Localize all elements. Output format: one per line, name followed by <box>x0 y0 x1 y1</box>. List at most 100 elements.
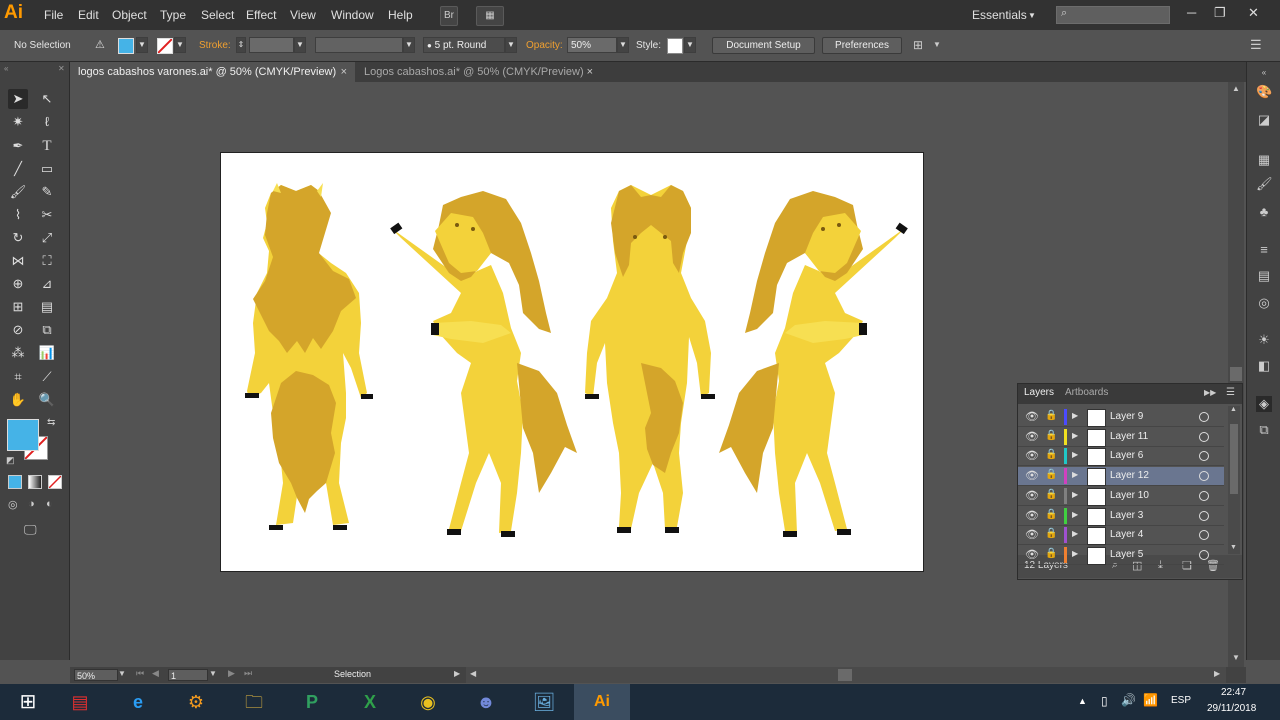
layers-scroll-thumb[interactable] <box>1230 424 1238 494</box>
show-hidden-icons-icon[interactable]: ▲ <box>1078 696 1087 706</box>
fill-dropdown[interactable]: ▼ <box>136 37 148 53</box>
visibility-eye-icon[interactable]: 👁 <box>1025 430 1039 443</box>
scroll-down-icon[interactable]: ▼ <box>1230 544 1237 551</box>
transparency-panel-icon[interactable]: ◎ <box>1256 295 1272 311</box>
paintbrush-tool-icon[interactable]: 🖌 <box>8 182 28 202</box>
lock-icon[interactable]: 🔒 <box>1045 430 1057 441</box>
layer-name[interactable]: Layer 3 <box>1110 510 1143 521</box>
screen-mode-icon[interactable]: 🖵 <box>24 522 37 538</box>
visibility-eye-icon[interactable]: 👁 <box>1025 528 1039 541</box>
visibility-eye-icon[interactable]: 👁 <box>1025 469 1039 482</box>
perspective-grid-tool-icon[interactable]: ⊿ <box>37 274 57 294</box>
pencil-tool-icon[interactable]: ✎ <box>37 182 57 202</box>
stroke-weight-field[interactable] <box>249 37 294 53</box>
blend-tool-icon[interactable]: ⧉ <box>37 320 57 340</box>
expand-layer-icon[interactable]: ▶ <box>1072 450 1078 459</box>
menu-type[interactable]: Type <box>160 8 186 22</box>
default-colors-icon[interactable]: ◩ <box>6 455 15 466</box>
layer-row[interactable]: 👁 🔒 ▶ Layer 10 <box>1018 487 1224 506</box>
panel-menu-icon[interactable]: ☰ <box>1226 387 1235 398</box>
artboards-tab[interactable]: Artboards <box>1065 387 1108 398</box>
arrange-icon[interactable]: ⊞ <box>913 38 923 52</box>
expand-layer-icon[interactable]: ▶ <box>1072 529 1078 538</box>
expand-layer-icon[interactable]: ▶ <box>1072 549 1078 558</box>
lock-icon[interactable]: 🔒 <box>1045 410 1057 421</box>
layer-name[interactable]: Layer 6 <box>1110 450 1143 461</box>
bridge-button[interactable]: Br <box>440 6 458 26</box>
visibility-eye-icon[interactable]: 👁 <box>1025 489 1039 502</box>
pen-tool-icon[interactable]: ✒ <box>8 136 28 156</box>
vertical-scroll-thumb[interactable] <box>1230 367 1242 381</box>
first-artboard-icon[interactable]: ⏮ <box>136 668 144 679</box>
swatches-panel-icon[interactable]: ▦ <box>1256 152 1272 168</box>
photos-app-icon[interactable]: 🖼 <box>516 684 572 720</box>
minimize-icon[interactable]: ─ <box>1187 5 1196 20</box>
chrome-icon[interactable]: ◉ <box>400 684 456 720</box>
expand-layer-icon[interactable]: ▶ <box>1072 411 1078 420</box>
graphic-style-dropdown[interactable]: ▼ <box>684 37 696 53</box>
lock-icon[interactable]: 🔒 <box>1045 449 1057 460</box>
discord-icon[interactable]: ☻ <box>458 684 514 720</box>
column-graph-tool-icon[interactable]: 📊 <box>37 343 57 363</box>
appearance-panel-icon[interactable]: ☀ <box>1256 332 1272 348</box>
menu-view[interactable]: View <box>290 8 316 22</box>
symbol-sprayer-tool-icon[interactable]: ⁂ <box>8 343 28 363</box>
zoom-tool-icon[interactable]: 🔍 <box>37 390 57 410</box>
brush-dropdown[interactable]: ▼ <box>505 37 517 53</box>
draw-inside-icon[interactable]: ◐ <box>46 498 53 510</box>
layers-tab[interactable]: Layers <box>1024 387 1054 398</box>
visibility-eye-icon[interactable]: 👁 <box>1025 410 1039 423</box>
last-artboard-icon[interactable]: ⏭ <box>244 668 252 679</box>
slice-tool-icon[interactable]: ⟋ <box>37 367 57 387</box>
scroll-down-icon[interactable]: ▼ <box>1232 653 1240 662</box>
graphic-style-swatch[interactable] <box>667 38 683 54</box>
scissors-tool-icon[interactable]: ✂ <box>37 205 57 225</box>
menu-select[interactable]: Select <box>201 8 234 22</box>
windows-start-icon[interactable]: ⊞ <box>0 684 56 720</box>
horizontal-scroll-thumb[interactable] <box>838 669 852 681</box>
visibility-eye-icon[interactable]: 👁 <box>1025 449 1039 462</box>
graphic-styles-icon[interactable]: ◧ <box>1256 358 1272 374</box>
variable-width-dropdown[interactable]: ▼ <box>403 37 415 53</box>
horizontal-scrollbar[interactable]: ◀ ▶ <box>466 667 1226 683</box>
target-circle-icon[interactable] <box>1199 549 1209 560</box>
layer-name[interactable]: Layer 5 <box>1110 549 1143 560</box>
gradient-tool-icon[interactable]: ▤ <box>37 297 57 317</box>
layer-name[interactable]: Layer 11 <box>1110 431 1148 442</box>
fill-swatch[interactable] <box>118 38 134 54</box>
target-circle-icon[interactable] <box>1199 530 1209 541</box>
internet-explorer-icon[interactable]: e <box>110 684 166 720</box>
expand-layer-icon[interactable]: ▶ <box>1072 490 1078 499</box>
menu-file[interactable]: File <box>44 8 63 22</box>
arrange-dropdown-icon[interactable]: ▼ <box>933 40 941 49</box>
line-segment-tool-icon[interactable]: ╱ <box>8 159 28 179</box>
target-circle-icon[interactable] <box>1199 490 1209 501</box>
menu-effect[interactable]: Effect <box>246 8 276 22</box>
arrange-documents-button[interactable]: ▦ <box>476 6 504 26</box>
brushes-panel-icon[interactable]: 🖌 <box>1256 176 1273 192</box>
stroke-weight-stepper[interactable]: ⇕ <box>236 37 246 53</box>
free-transform-tool-icon[interactable]: ⛶ <box>37 251 57 271</box>
gradient-panel-icon[interactable]: ▤ <box>1256 268 1272 284</box>
stroke-swatch[interactable] <box>157 38 173 54</box>
collapse-toolbox-icon[interactable]: « <box>4 64 8 73</box>
expand-layer-icon[interactable]: ▶ <box>1072 510 1078 519</box>
target-circle-icon[interactable] <box>1199 431 1209 442</box>
expand-layer-icon[interactable]: ▶ <box>1072 431 1078 440</box>
lock-icon[interactable]: 🔒 <box>1045 509 1057 520</box>
eyedropper-tool-icon[interactable]: ⊘ <box>8 320 28 340</box>
workspace-dropdown-icon[interactable]: ▼ <box>1028 11 1036 20</box>
layers-scrollbar[interactable]: ▲ ▼ <box>1228 406 1240 554</box>
color-guide-icon[interactable]: ◪ <box>1256 112 1272 128</box>
clock-time[interactable]: 22:47 <box>1221 687 1246 698</box>
status-menu-icon[interactable]: ▶ <box>454 669 460 678</box>
scroll-left-icon[interactable]: ◀ <box>470 669 476 678</box>
artboard[interactable] <box>220 152 924 572</box>
color-mode-icon[interactable] <box>8 475 22 489</box>
control-panel-menu-icon[interactable]: ☰ <box>1250 37 1262 53</box>
target-circle-icon[interactable] <box>1199 510 1209 521</box>
color-panel-icon[interactable]: 🎨 <box>1256 84 1272 100</box>
tab-logos-cabashos-varones[interactable]: logos cabashos varones.ai* @ 50% (CMYK/P… <box>70 62 355 82</box>
fill-color-box[interactable] <box>7 419 39 451</box>
lock-icon[interactable]: 🔒 <box>1045 528 1057 539</box>
